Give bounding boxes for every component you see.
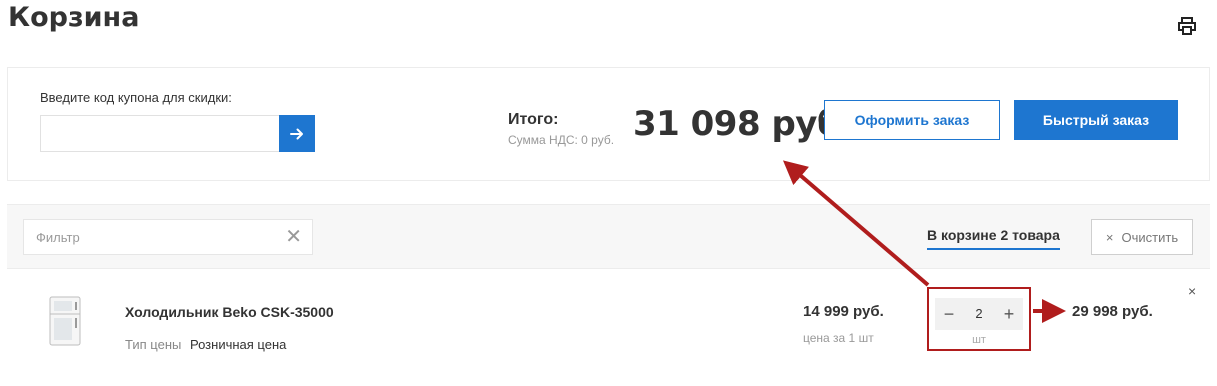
checkout-button[interactable]: Оформить заказ — [824, 100, 1000, 140]
quick-order-button[interactable]: Быстрый заказ — [1014, 100, 1178, 140]
coupon-submit-button[interactable] — [279, 115, 315, 152]
arrow-right-icon — [290, 128, 303, 139]
print-icon[interactable] — [1177, 16, 1197, 36]
price-type-value: Розничная цена — [190, 337, 287, 352]
clear-cart-button[interactable]: × Очистить — [1091, 219, 1193, 255]
clear-cart-label: Очистить — [1121, 229, 1179, 245]
cart-count-tab[interactable]: В корзине 2 товара — [927, 227, 1060, 250]
filter-box: ✕ — [23, 219, 313, 255]
total-amount: 31 098 руб. — [633, 104, 853, 144]
order-summary-panel: Введите код купона для скидки: Итого: Су… — [7, 67, 1210, 181]
cart-item-row: Холодильник Beko CSK-35000 Тип цены Розн… — [7, 268, 1210, 386]
filter-clear-icon[interactable]: ✕ — [285, 226, 302, 248]
quantity-increase-button[interactable]: + — [995, 298, 1023, 330]
page-title: Корзина — [8, 2, 140, 33]
remove-item-button[interactable]: × — [1188, 283, 1196, 299]
total-label: Итого: — [508, 111, 559, 128]
unit-price-note: цена за 1 шт — [803, 331, 874, 345]
quantity-decrease-button[interactable]: − — [935, 298, 963, 330]
quantity-highlight-box: − 2 + шт — [927, 287, 1031, 351]
coupon-input[interactable] — [40, 115, 280, 152]
filter-input[interactable] — [24, 220, 298, 254]
product-name[interactable]: Холодильник Beko CSK-35000 — [125, 304, 334, 320]
unit-price: 14 999 руб. — [803, 303, 884, 320]
price-type-label: Тип цены — [125, 337, 182, 352]
product-image[interactable] — [47, 296, 83, 351]
quantity-unit: шт — [972, 334, 986, 346]
close-icon: × — [1105, 229, 1114, 245]
quantity-input[interactable]: 2 — [963, 298, 995, 330]
vat-amount: Сумма НДС: 0 руб. — [508, 133, 615, 147]
coupon-label: Введите код купона для скидки: — [40, 90, 232, 105]
quantity-stepper: − 2 + — [935, 298, 1023, 330]
cart-toolbar: ✕ В корзине 2 товара × Очистить — [7, 204, 1210, 269]
line-total: 29 998 руб. — [1072, 303, 1153, 320]
